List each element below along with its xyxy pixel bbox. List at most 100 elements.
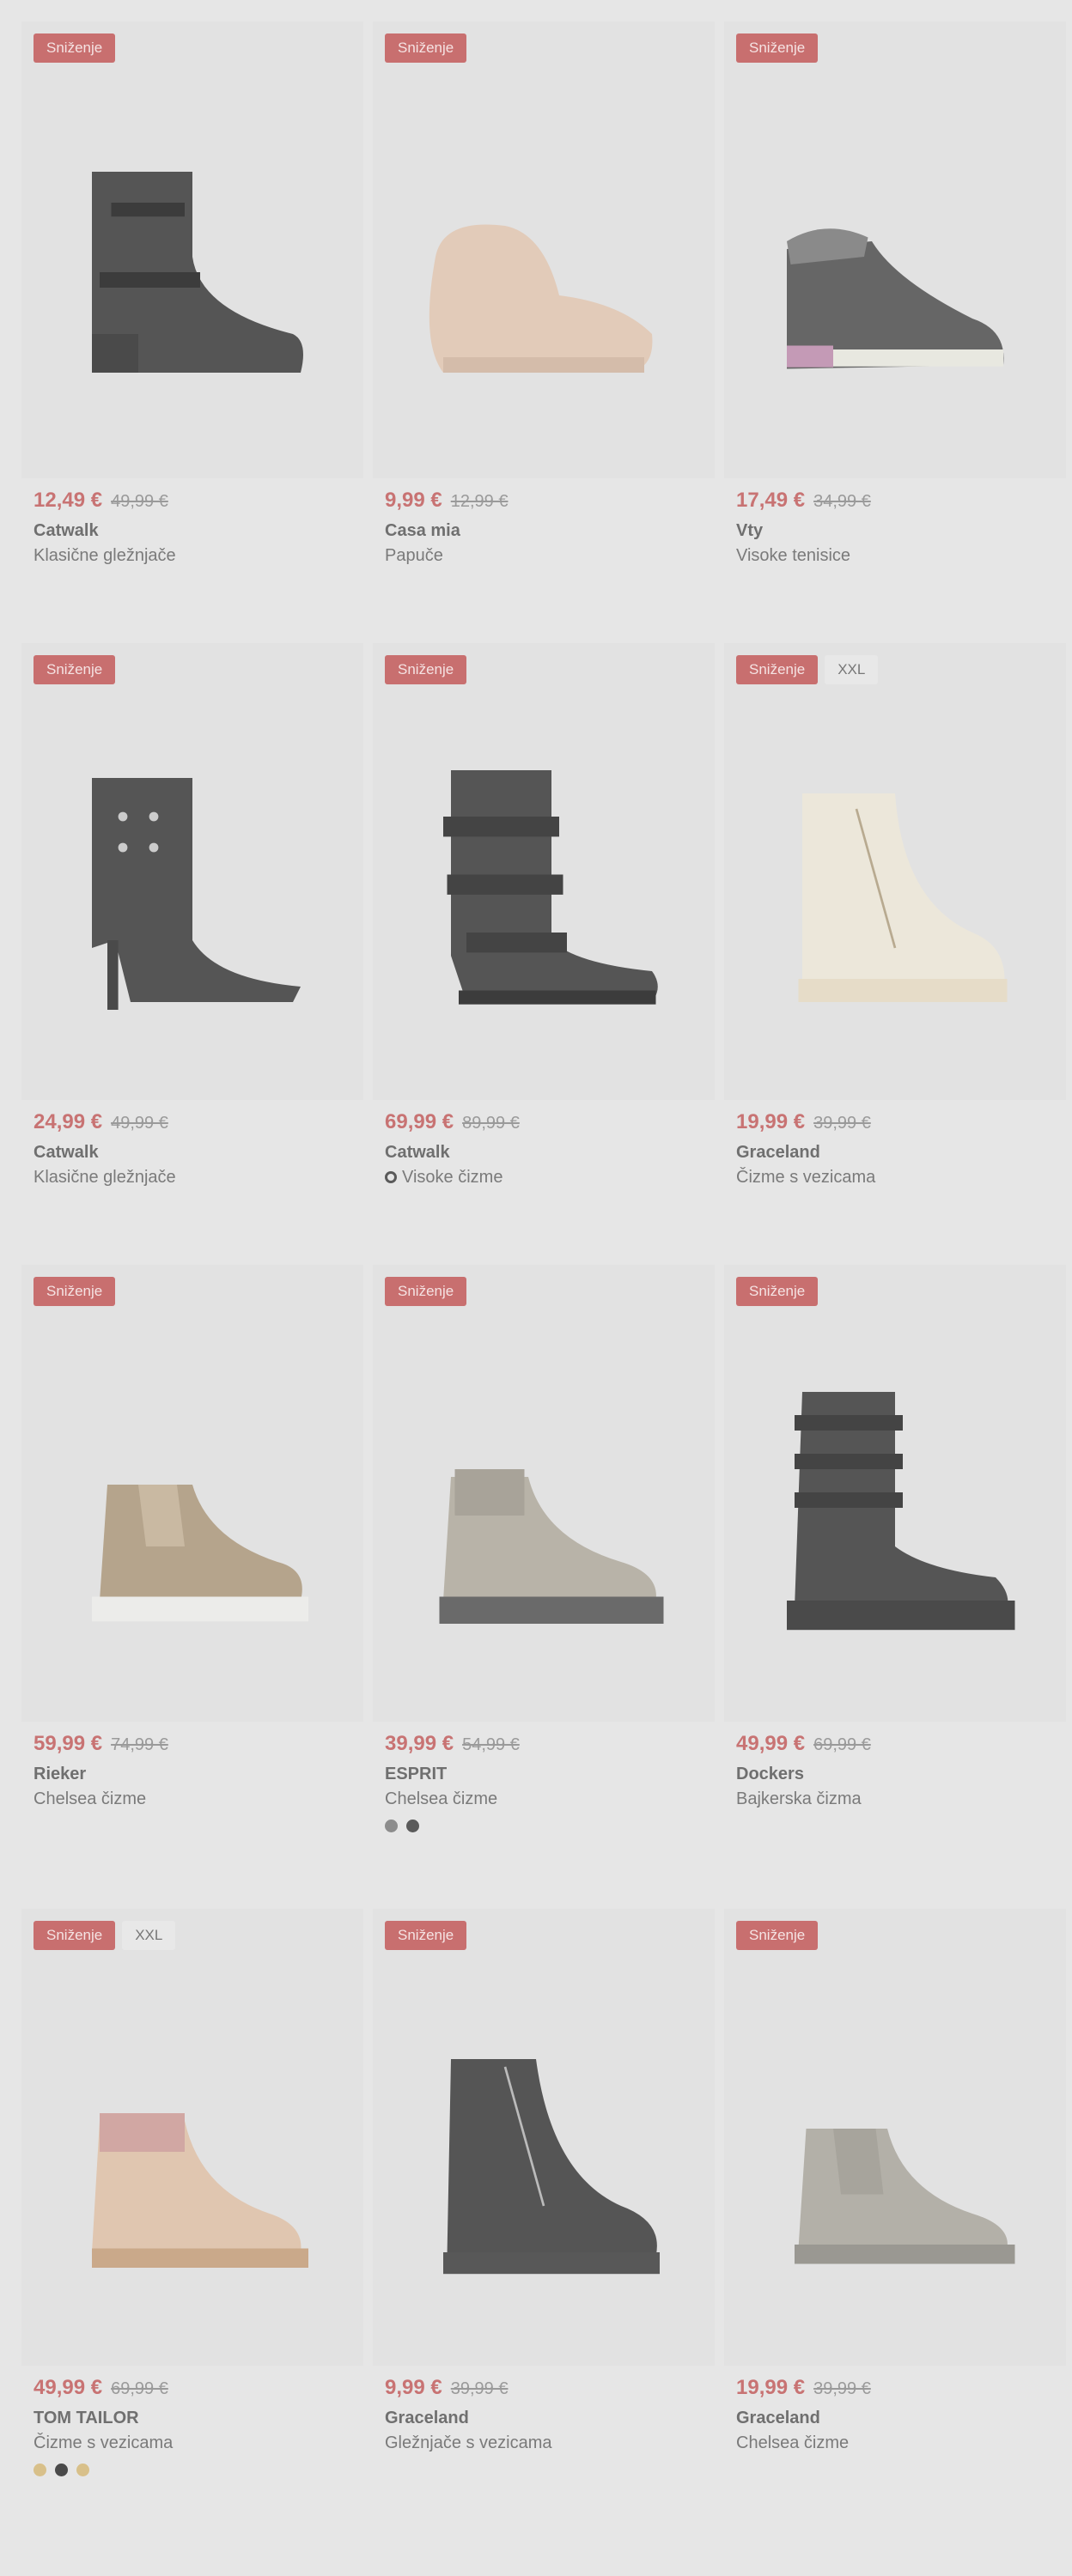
product-image[interactable]: Sniženje XXL bbox=[724, 643, 1066, 1100]
product-card[interactable]: Sniženje 49,99 € 69,99 € Dockers Bajkers… bbox=[724, 1265, 1066, 1833]
product-card[interactable]: Sniženje 59,99 € 74,99 € Rieker Chelsea … bbox=[21, 1265, 363, 1833]
product-category[interactable]: Visoke čizme bbox=[385, 1165, 703, 1189]
product-card[interactable]: Sniženje XXL 49,99 € 69,99 € TOM TAILOR Č… bbox=[21, 1909, 363, 2477]
original-price: 39,99 € bbox=[813, 1114, 871, 1133]
badge-group: Sniženje XXL bbox=[736, 655, 879, 684]
badge-group: Sniženje bbox=[385, 655, 467, 684]
color-swatch[interactable] bbox=[385, 1820, 398, 1832]
color-swatch[interactable] bbox=[76, 2464, 89, 2476]
product-card[interactable]: Sniženje 9,99 € 39,99 € Graceland Gležnj… bbox=[373, 1909, 715, 2477]
sale-badge: Sniženje bbox=[34, 655, 116, 684]
product-image[interactable]: Sniženje bbox=[373, 21, 715, 478]
badge-group: Sniženje XXL bbox=[34, 1921, 176, 1950]
sale-price: 59,99 € bbox=[34, 1732, 103, 1755]
stiletto-boot-black-icon bbox=[92, 778, 301, 1010]
badge-group: Sniženje bbox=[34, 655, 116, 684]
product-category[interactable]: Gležnjače s vezicama bbox=[385, 2431, 703, 2455]
product-info: 12,49 € 49,99 € Catwalk Klasične gležnja… bbox=[21, 478, 363, 568]
product-card[interactable]: Sniženje 12,49 € 49,99 € Catwalk Klasičn… bbox=[21, 21, 363, 568]
sale-price: 49,99 € bbox=[34, 2376, 103, 2399]
product-info: 19,99 € 39,99 € Graceland Chelsea čizme bbox=[724, 2366, 1066, 2455]
category-label: Klasične gležnjače bbox=[34, 1167, 176, 1187]
price-row: 12,49 € 49,99 € bbox=[34, 489, 351, 519]
product-image[interactable]: Sniženje bbox=[373, 1265, 715, 1722]
category-label: Bajkerska čizma bbox=[736, 1789, 862, 1808]
color-swatch[interactable] bbox=[34, 2464, 46, 2476]
sale-badge: Sniženje bbox=[34, 1921, 116, 1950]
badge-group: Sniženje bbox=[34, 1277, 116, 1306]
product-category[interactable]: Bajkerska čizma bbox=[736, 1787, 1054, 1811]
color-swatch[interactable] bbox=[55, 2464, 68, 2476]
product-info: 9,99 € 12,99 € Casa mia Papuče bbox=[373, 478, 715, 568]
product-brand[interactable]: Casa mia bbox=[385, 521, 703, 544]
product-category[interactable]: Čizme s vezicama bbox=[34, 2431, 351, 2455]
product-category[interactable]: Chelsea čizme bbox=[736, 2431, 1054, 2455]
sale-badge: Sniženje bbox=[34, 33, 116, 63]
product-brand[interactable]: Catwalk bbox=[34, 521, 351, 544]
product-image[interactable]: Sniženje bbox=[21, 1265, 363, 1722]
sale-price: 9,99 € bbox=[385, 2376, 442, 2399]
product-brand[interactable]: Graceland bbox=[736, 1143, 1054, 1165]
original-price: 49,99 € bbox=[111, 1114, 168, 1133]
product-card[interactable]: Sniženje 9,99 € 12,99 € Casa mia Papuče bbox=[373, 21, 715, 568]
product-category[interactable]: Klasične gležnjače bbox=[34, 1165, 351, 1189]
product-card[interactable]: Sniženje 39,99 € 54,99 € ESPRIT Chelsea … bbox=[373, 1265, 715, 1833]
category-label: Klasične gležnjače bbox=[34, 545, 176, 565]
product-info: 49,99 € 69,99 € TOM TAILOR Čizme s vezic… bbox=[21, 2366, 363, 2477]
product-card[interactable]: Sniženje 69,99 € 89,99 € Catwalk Visoke … bbox=[373, 643, 715, 1189]
product-category[interactable]: Chelsea čizme bbox=[34, 1787, 351, 1811]
product-card[interactable]: Sniženje XXL 19,99 € 39,99 € Graceland Či… bbox=[724, 643, 1066, 1189]
category-label: Chelsea čizme bbox=[736, 2433, 850, 2452]
product-image[interactable]: Sniženje bbox=[373, 1909, 715, 2366]
product-card[interactable]: Sniženje 17,49 € 34,99 € Vty Visoke teni… bbox=[724, 21, 1066, 568]
sale-badge: Sniženje bbox=[736, 33, 819, 63]
price-row: 59,99 € 74,99 € bbox=[34, 1732, 351, 1763]
product-brand[interactable]: Rieker bbox=[34, 1765, 351, 1787]
product-brand[interactable]: Graceland bbox=[385, 2409, 703, 2431]
product-image[interactable]: Sniženje bbox=[724, 1909, 1066, 2366]
product-image[interactable]: Sniženje bbox=[21, 21, 363, 478]
product-image[interactable]: Sniženje XXL bbox=[21, 1909, 363, 2366]
chelsea-taupe-icon bbox=[92, 1485, 308, 1622]
product-brand[interactable]: Catwalk bbox=[385, 1143, 703, 1165]
product-info: 39,99 € 54,99 € ESPRIT Chelsea čizme bbox=[373, 1722, 715, 1833]
product-brand[interactable]: ESPRIT bbox=[385, 1765, 703, 1787]
heel-ankle-boot-black-icon bbox=[92, 172, 303, 373]
sale-price: 69,99 € bbox=[385, 1110, 454, 1133]
product-category[interactable]: Papuče bbox=[385, 544, 703, 568]
product-brand[interactable]: Vty bbox=[736, 521, 1054, 544]
product-category[interactable]: Chelsea čizme bbox=[385, 1787, 703, 1811]
product-image[interactable]: Sniženje bbox=[724, 21, 1066, 478]
price-row: 49,99 € 69,99 € bbox=[736, 1732, 1054, 1763]
product-category[interactable]: Čizme s vezicama bbox=[736, 1165, 1054, 1189]
price-row: 49,99 € 69,99 € bbox=[34, 2376, 351, 2407]
product-image[interactable]: Sniženje bbox=[21, 643, 363, 1100]
product-brand[interactable]: Catwalk bbox=[34, 1143, 351, 1165]
sale-badge: Sniženje bbox=[385, 1277, 467, 1306]
sale-badge: Sniženje bbox=[385, 655, 467, 684]
sale-badge: Sniženje bbox=[34, 1277, 116, 1306]
price-row: 9,99 € 12,99 € bbox=[385, 489, 703, 519]
product-image[interactable]: Sniženje bbox=[724, 1265, 1066, 1722]
lace-boot-pink-icon bbox=[92, 2113, 308, 2268]
product-brand[interactable]: Dockers bbox=[736, 1765, 1054, 1787]
product-card[interactable]: Sniženje 19,99 € 39,99 € Graceland Chels… bbox=[724, 1909, 1066, 2477]
lace-boot-cream-icon bbox=[798, 793, 1008, 1002]
price-row: 17,49 € 34,99 € bbox=[736, 489, 1054, 519]
product-image[interactable]: Sniženje bbox=[373, 643, 715, 1100]
original-price: 69,99 € bbox=[813, 1735, 871, 1754]
product-category[interactable]: Klasične gležnjače bbox=[34, 544, 351, 568]
original-price: 39,99 € bbox=[813, 2379, 871, 2398]
product-brand[interactable]: TOM TAILOR bbox=[34, 2409, 351, 2431]
product-info: 49,99 € 69,99 € Dockers Bajkerska čizma bbox=[724, 1722, 1066, 1811]
badge-group: Sniženje bbox=[34, 33, 116, 63]
badge-group: Sniženje bbox=[385, 1277, 467, 1306]
badge-group: Sniženje bbox=[385, 1921, 467, 1950]
product-card[interactable]: Sniženje 24,99 € 49,99 € Catwalk Klasičn… bbox=[21, 643, 363, 1189]
buckle-boot-black-icon bbox=[443, 770, 658, 1005]
product-brand[interactable]: Graceland bbox=[736, 2409, 1054, 2431]
category-label: Chelsea čizme bbox=[385, 1789, 498, 1808]
product-grid: Sniženje 12,49 € 49,99 € Catwalk Klasičn… bbox=[21, 21, 1069, 2477]
product-category[interactable]: Visoke tenisice bbox=[736, 544, 1054, 568]
color-swatch[interactable] bbox=[406, 1820, 419, 1832]
